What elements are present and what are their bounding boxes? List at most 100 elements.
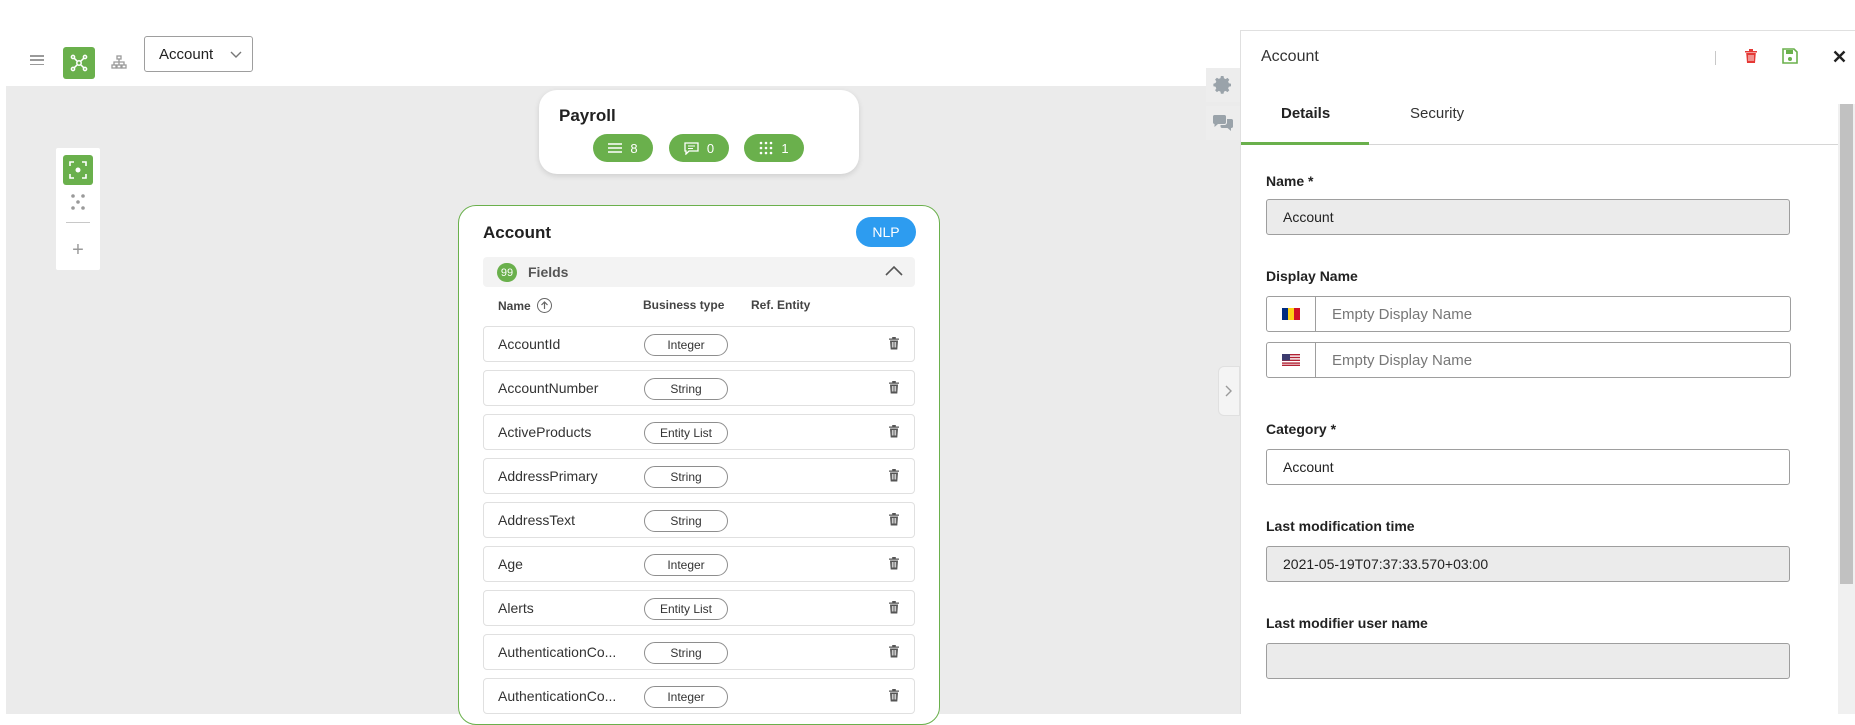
gear-icon bbox=[1213, 76, 1231, 94]
grid-dots-icon bbox=[760, 141, 773, 155]
table-row[interactable]: AddressPrimary String bbox=[483, 458, 915, 494]
chevron-up-icon[interactable] bbox=[885, 265, 903, 277]
column-name-label: Name bbox=[498, 298, 531, 313]
entity-title: Account bbox=[483, 223, 551, 242]
save-icon bbox=[1782, 48, 1798, 64]
name-label: Name * bbox=[1266, 173, 1314, 189]
field-business-type: Integer bbox=[644, 686, 728, 708]
name-field[interactable]: Account bbox=[1266, 199, 1790, 235]
active-tab-indicator bbox=[1241, 142, 1369, 145]
table-row[interactable]: AuthenticationCo... Integer bbox=[483, 678, 915, 714]
comment-icon bbox=[684, 141, 699, 155]
table-row[interactable]: ActiveProducts Entity List bbox=[483, 414, 915, 450]
trash-icon[interactable] bbox=[888, 556, 902, 572]
last-modifier-label: Last modifier user name bbox=[1266, 615, 1428, 631]
panel-title: Account bbox=[1261, 48, 1319, 65]
table-row[interactable]: Alerts Entity List bbox=[483, 590, 915, 626]
sort-ascending-icon[interactable] bbox=[536, 298, 552, 313]
scrollbar-thumb[interactable] bbox=[1840, 104, 1853, 584]
save-button[interactable] bbox=[1781, 47, 1799, 65]
chevron-right-icon bbox=[1225, 385, 1232, 397]
entity-select-value: Account bbox=[159, 45, 214, 63]
field-business-type: String bbox=[644, 642, 728, 664]
fields-count-badge: 99 bbox=[497, 263, 517, 282]
focus-button[interactable] bbox=[63, 155, 93, 185]
comments-pill[interactable]: 0 bbox=[669, 134, 729, 162]
table-row[interactable]: AddressText String bbox=[483, 502, 915, 538]
field-business-type: Integer bbox=[644, 334, 728, 356]
panel-collapse-handle[interactable] bbox=[1218, 366, 1240, 416]
trash-icon[interactable] bbox=[888, 424, 902, 440]
column-header-name[interactable]: Name bbox=[498, 298, 552, 313]
language-ro-button[interactable] bbox=[1266, 296, 1316, 332]
settings-button[interactable] bbox=[1206, 68, 1240, 102]
canvas-tools: + bbox=[56, 148, 100, 270]
field-business-type: Entity List bbox=[644, 598, 728, 620]
display-name-ro-input[interactable]: Empty Display Name bbox=[1315, 296, 1791, 332]
field-business-type: String bbox=[644, 510, 728, 532]
plus-icon[interactable]: + bbox=[68, 240, 88, 260]
relations-pill-count: 1 bbox=[781, 140, 789, 156]
table-row[interactable]: AuthenticationCo... String bbox=[483, 634, 915, 670]
field-name: AccountNumber bbox=[498, 380, 599, 396]
delete-button[interactable] bbox=[1742, 47, 1760, 65]
last-modifier-field bbox=[1266, 643, 1790, 679]
field-name: ActiveProducts bbox=[498, 424, 592, 440]
us-flag-icon bbox=[1282, 354, 1300, 366]
fields-label: Fields bbox=[528, 264, 569, 280]
display-name-us-input[interactable]: Empty Display Name bbox=[1315, 342, 1791, 378]
fields-pill-count: 8 bbox=[630, 140, 638, 156]
payroll-card[interactable]: Payroll 8 0 1 bbox=[539, 90, 859, 174]
dots-layout-icon[interactable] bbox=[69, 193, 87, 211]
field-business-type: String bbox=[644, 466, 728, 488]
field-name: AuthenticationCo... bbox=[498, 644, 617, 660]
last-modification-time-field: 2021-05-19T07:37:33.570+03:00 bbox=[1266, 546, 1790, 582]
account-entity-card[interactable]: Account NLP 99 Fields Name Business type… bbox=[458, 205, 940, 725]
focus-icon bbox=[69, 161, 87, 179]
field-business-type: String bbox=[644, 378, 728, 400]
nlp-button[interactable]: NLP bbox=[856, 217, 916, 247]
fields-section-header[interactable]: 99 Fields bbox=[483, 257, 915, 287]
trash-icon[interactable] bbox=[888, 380, 902, 396]
trash-icon[interactable] bbox=[888, 468, 902, 484]
entity-select[interactable]: Account bbox=[144, 36, 253, 72]
trash-icon[interactable] bbox=[888, 336, 902, 352]
entity-graph-icon bbox=[70, 54, 88, 72]
trash-icon[interactable] bbox=[888, 644, 902, 660]
table-row[interactable]: Age Integer bbox=[483, 546, 915, 582]
field-name: AddressText bbox=[498, 512, 576, 528]
trash-icon[interactable] bbox=[888, 600, 902, 616]
table-row[interactable]: AccountNumber String bbox=[483, 370, 915, 406]
table-row[interactable]: AccountId Integer bbox=[483, 326, 915, 362]
language-us-button[interactable] bbox=[1266, 342, 1316, 378]
hamburger-icon[interactable] bbox=[30, 55, 44, 65]
divider bbox=[1715, 51, 1716, 65]
hierarchy-icon bbox=[111, 55, 127, 69]
payroll-title: Payroll bbox=[559, 106, 616, 125]
close-icon bbox=[1833, 50, 1845, 62]
tab-security[interactable]: Security bbox=[1410, 105, 1464, 122]
category-field[interactable]: Account bbox=[1266, 449, 1790, 485]
trash-icon[interactable] bbox=[888, 688, 902, 704]
divider bbox=[66, 222, 90, 223]
column-header-business-type: Business type bbox=[643, 298, 725, 312]
trash-icon[interactable] bbox=[888, 512, 902, 528]
last-modification-time-label: Last modification time bbox=[1266, 518, 1415, 534]
entity-details-panel: Account Details Security Name * Account … bbox=[1240, 30, 1855, 714]
display-name-label: Display Name bbox=[1266, 268, 1358, 284]
relations-pill[interactable]: 1 bbox=[744, 134, 804, 162]
top-toolbar: Account bbox=[0, 0, 1240, 86]
column-header-ref-entity: Ref. Entity bbox=[751, 298, 811, 312]
field-name: Alerts bbox=[498, 600, 534, 616]
entity-graph-button[interactable] bbox=[63, 47, 95, 79]
field-name: AccountId bbox=[498, 336, 561, 352]
comments-button[interactable] bbox=[1206, 106, 1240, 140]
canvas-side-controls bbox=[1206, 68, 1240, 144]
fields-pill[interactable]: 8 bbox=[593, 134, 653, 162]
hierarchy-button[interactable] bbox=[110, 53, 128, 71]
field-name: Age bbox=[498, 556, 523, 572]
close-button[interactable] bbox=[1830, 47, 1848, 65]
field-business-type: Entity List bbox=[644, 422, 728, 444]
panel-scrollbar[interactable] bbox=[1838, 104, 1855, 714]
tab-details[interactable]: Details bbox=[1281, 105, 1330, 122]
